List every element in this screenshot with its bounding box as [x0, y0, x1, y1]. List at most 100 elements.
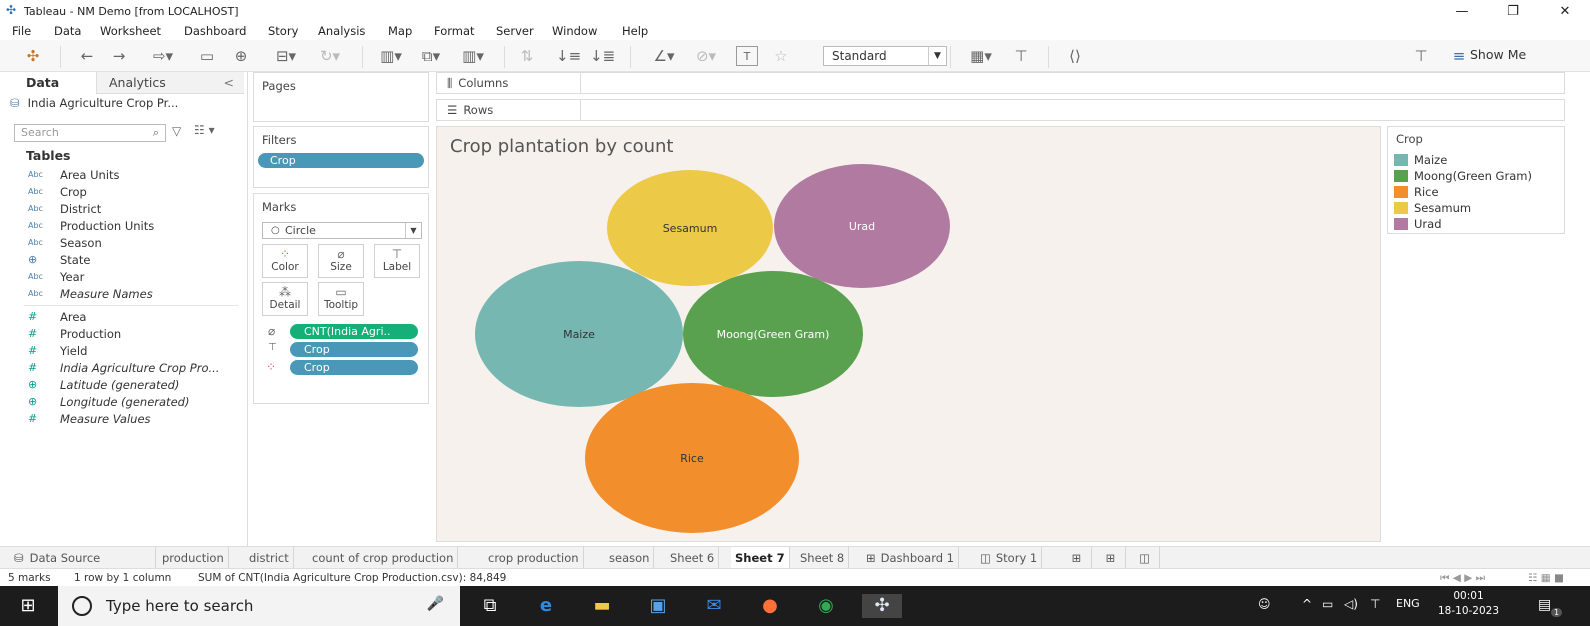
taskbar-search[interactable]: Type here to search 🎤: [58, 586, 460, 626]
menu-format[interactable]: Format: [434, 24, 475, 38]
menu-help[interactable]: Help: [622, 24, 648, 38]
task-view-icon[interactable]: ⧉: [476, 594, 504, 618]
volume-icon[interactable]: ◁): [1344, 597, 1358, 611]
tab-production[interactable]: production: [158, 547, 229, 569]
sort-desc-icon[interactable]: ↓≣: [590, 46, 615, 66]
tab-sheet-7[interactable]: Sheet 7: [731, 547, 790, 569]
numeric-type-icon: #: [28, 361, 38, 374]
save-icon[interactable]: ▭: [196, 46, 218, 66]
network-icon[interactable]: ⊤: [1370, 597, 1380, 611]
file-explorer-icon[interactable]: ▬: [588, 594, 616, 618]
new-dashboard-icon[interactable]: ⊞: [1096, 547, 1126, 569]
people-icon[interactable]: ☺: [1258, 597, 1271, 611]
undo-icon[interactable]: ←: [76, 46, 98, 66]
rows-icon: ☰: [447, 103, 458, 117]
rows-shelf[interactable]: ☰ Rows: [436, 99, 1565, 121]
pause-updates-icon[interactable]: ⊟▾: [268, 46, 304, 66]
tab-analytics[interactable]: Analytics <: [96, 72, 244, 94]
show-me-button[interactable]: Show Me: [1470, 47, 1526, 62]
bubble-chart[interactable]: Sesamum Urad Maize Moong(Green Gram) Rice: [437, 127, 1382, 543]
menu-window[interactable]: Window: [552, 24, 597, 38]
filters-card[interactable]: Filters Crop: [253, 126, 429, 188]
label-pill[interactable]: Crop: [290, 342, 418, 357]
tooltip-button[interactable]: ▭ Tooltip: [318, 282, 364, 316]
menu-data[interactable]: Data: [54, 24, 81, 38]
tab-data[interactable]: Data: [0, 72, 96, 94]
redo-icon[interactable]: →: [108, 46, 130, 66]
menu-file[interactable]: File: [12, 24, 31, 38]
microphone-icon[interactable]: 🎤: [427, 596, 444, 612]
minimize-button[interactable]: —: [1442, 2, 1482, 22]
sheet-sorter-icon[interactable]: ☷ ▦ ■: [1528, 572, 1564, 584]
firefox-icon[interactable]: ●: [756, 594, 784, 618]
show-labels-icon[interactable]: T: [736, 46, 758, 66]
detail-button[interactable]: ⁂ Detail: [262, 282, 308, 316]
pages-card[interactable]: Pages: [253, 72, 429, 122]
filter-pill-crop[interactable]: Crop: [258, 153, 424, 168]
refresh-icon[interactable]: ↻▾: [312, 46, 348, 66]
collapse-icon[interactable]: <: [224, 72, 234, 94]
tab-sheet-6[interactable]: Sheet 6: [666, 547, 720, 569]
sort-asc-icon[interactable]: ↓≡: [556, 46, 581, 66]
menu-map[interactable]: Map: [388, 24, 412, 38]
worksheet-view[interactable]: Crop plantation by count Sesamum Urad Maiz…: [436, 126, 1381, 542]
datasource-row[interactable]: ⛁ India Agriculture Crop Pr...: [10, 96, 178, 110]
edge-icon[interactable]: e: [532, 594, 560, 618]
tab-story-1[interactable]: ◫ Story 1: [976, 547, 1043, 569]
color-pill[interactable]: Crop: [290, 360, 418, 375]
size-pill[interactable]: CNT(India Agri..: [290, 324, 418, 339]
presentation-icon[interactable]: ⊤: [1008, 46, 1034, 66]
menu-analysis[interactable]: Analysis: [318, 24, 365, 38]
show-cards-icon[interactable]: ▦▾: [962, 46, 1000, 66]
close-button[interactable]: ✕: [1545, 2, 1585, 22]
tab-district[interactable]: district: [245, 547, 294, 569]
windows-start-icon[interactable]: ⊞: [14, 594, 42, 618]
label-button[interactable]: ⊤ Label: [374, 244, 420, 278]
notification-icon[interactable]: ▤: [1538, 597, 1551, 613]
tableau-home-icon[interactable]: ✣: [22, 46, 44, 66]
chevron-up-icon[interactable]: ^: [1302, 597, 1312, 611]
tableau-taskbar-icon[interactable]: ✣: [862, 594, 902, 618]
store-icon[interactable]: ▣: [644, 594, 672, 618]
numeric-type-icon: #: [28, 327, 38, 340]
sheet-nav-icon[interactable]: ⏮ ◀ ▶ ⏭: [1440, 572, 1485, 585]
language-indicator[interactable]: ENG: [1396, 597, 1420, 610]
highlight-icon[interactable]: ∠▾: [646, 46, 682, 66]
share-icon[interactable]: ⟨⟩: [1062, 46, 1088, 66]
duplicate-icon[interactable]: ⧉▾: [416, 46, 446, 66]
menu-dashboard[interactable]: Dashboard: [184, 24, 246, 38]
new-story-icon[interactable]: ◫: [1130, 547, 1160, 569]
fit-dropdown[interactable]: Standard ▼: [823, 46, 947, 66]
swap-icon[interactable]: ⇅: [516, 46, 538, 66]
tab-data-source[interactable]: ⛁ Data Source: [10, 547, 156, 569]
field-search-input[interactable]: Search ⌕: [14, 124, 166, 142]
bubble-label: Maize: [563, 328, 595, 341]
tab-count-of-crop-production[interactable]: count of crop production: [308, 547, 459, 569]
menu-worksheet[interactable]: Worksheet: [100, 24, 161, 38]
mail-icon[interactable]: ✉: [700, 594, 728, 618]
tab-crop-production[interactable]: crop production: [484, 547, 584, 569]
mark-type-dropdown[interactable]: ○ Circle ▼: [262, 222, 422, 239]
new-worksheet-icon[interactable]: ⊞: [1062, 547, 1092, 569]
taskbar-clock[interactable]: 00:01 18-10-2023: [1438, 589, 1499, 619]
columns-shelf[interactable]: ⫼ Columns: [436, 72, 1565, 94]
replay-icon[interactable]: ⇨▾: [144, 46, 182, 66]
signpost-icon[interactable]: ⊤: [1408, 46, 1434, 66]
color-button[interactable]: ⁘ Color: [262, 244, 308, 278]
new-worksheet-icon[interactable]: ▥▾: [372, 46, 410, 66]
clear-sheet-icon[interactable]: ▥▾: [454, 46, 492, 66]
battery-icon[interactable]: ▭: [1322, 597, 1333, 611]
size-button[interactable]: ⌀ Size: [318, 244, 364, 278]
view-options-icon[interactable]: ☷ ▾: [194, 123, 215, 137]
menu-story[interactable]: Story: [268, 24, 298, 38]
tab-sheet-8[interactable]: Sheet 8: [796, 547, 850, 569]
restore-button[interactable]: ❐: [1493, 2, 1533, 22]
new-datasource-icon[interactable]: ⊕: [230, 46, 252, 66]
tab-season[interactable]: season: [605, 547, 655, 569]
group-icon[interactable]: ⊘▾: [688, 46, 724, 66]
tab-dashboard-1[interactable]: ⊞ Dashboard 1: [862, 547, 960, 569]
filter-icon[interactable]: ▽: [172, 124, 181, 138]
fix-axes-icon[interactable]: ☆: [770, 46, 792, 66]
menu-server[interactable]: Server: [496, 24, 534, 38]
chrome-icon[interactable]: ◉: [812, 594, 840, 618]
